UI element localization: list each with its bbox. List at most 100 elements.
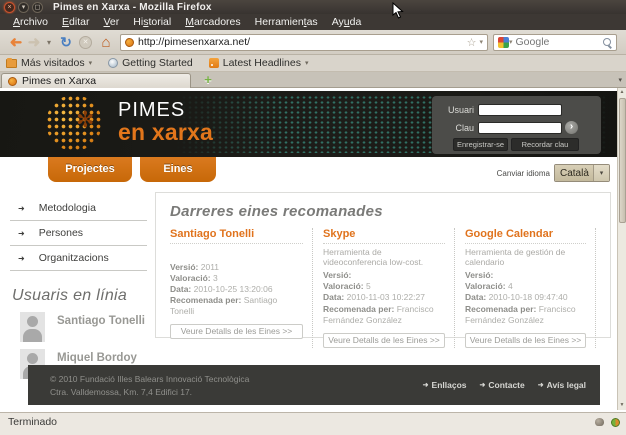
- password-field[interactable]: [478, 122, 562, 134]
- tool-card-description: Herramienta de gestión de calendario: [465, 247, 586, 267]
- footer-line1: © 2010 Fundació Illes Balears Innovació …: [50, 373, 249, 386]
- rss-icon: [209, 58, 219, 68]
- logo-wordmark: PIMES en xarxa: [118, 100, 213, 144]
- footer-link-enllacos[interactable]: ➜ Enllaços: [423, 380, 467, 390]
- page-content: ✻ PIMES en xarxa Usuari Clau › Enregistr…: [0, 88, 626, 410]
- language-label: Canviar idioma: [497, 169, 550, 178]
- bookmark-latest-headlines[interactable]: Latest Headlines ▾: [209, 57, 309, 69]
- menu-ayuda[interactable]: Ayuda: [325, 14, 369, 30]
- login-submit-icon[interactable]: ›: [565, 121, 578, 134]
- google-engine-icon[interactable]: [498, 37, 509, 48]
- menu-ver[interactable]: Ver: [96, 14, 126, 30]
- back-icon[interactable]: ➜: [7, 33, 25, 51]
- chevron-down-icon: ▾: [89, 59, 93, 67]
- site-banner: ✻ PIMES en xarxa Usuari Clau › Enregistr…: [0, 91, 617, 157]
- sidebar-item-organitzacions[interactable]: ➜ Organitzacions: [10, 246, 147, 271]
- remember-password-button[interactable]: Recordar clau: [511, 138, 579, 151]
- home-icon[interactable]: ⌂: [96, 34, 116, 51]
- menu-editar[interactable]: Editar: [55, 14, 96, 30]
- arrow-right-icon: ➜: [18, 254, 25, 263]
- getting-started-icon: [108, 58, 118, 68]
- arrow-right-icon: ➜: [538, 381, 544, 389]
- scrollbar-thumb[interactable]: [619, 98, 626, 223]
- reload-icon[interactable]: ↻: [57, 34, 75, 51]
- minimize-icon: ▾: [22, 4, 26, 11]
- bookmark-label: Latest Headlines: [223, 57, 301, 69]
- window-minimize-button[interactable]: ▾: [18, 2, 29, 13]
- window-title: Pimes en Xarxa - Mozilla Firefox: [53, 2, 212, 13]
- bookmark-label: Getting Started: [122, 57, 193, 69]
- search-input[interactable]: [516, 36, 602, 48]
- window-titlebar: × ▾ ◻ Pimes en Xarxa - Mozilla Firefox: [0, 0, 626, 14]
- tool-card-details: Versió: 2011 Valoració: 3 Data: 2010-10-…: [170, 262, 303, 317]
- language-dropdown-icon[interactable]: ▾: [593, 165, 609, 181]
- register-button[interactable]: Enregistrar-se: [453, 138, 508, 151]
- menu-archivo[interactable]: Archivo: [6, 14, 55, 30]
- chevron-down-icon: ▾: [305, 59, 309, 67]
- extension-status-icon[interactable]: [611, 418, 620, 427]
- main-heading: Darreres eines recomanades: [170, 203, 610, 220]
- forward-icon[interactable]: ➜: [25, 33, 43, 51]
- url-bar[interactable]: ☆ ▾: [120, 34, 488, 51]
- mouse-cursor-icon: [392, 2, 404, 19]
- logo-core-icon: ✻: [76, 109, 94, 131]
- language-select[interactable]: Català ▾: [554, 164, 610, 182]
- bookmark-getting-started[interactable]: Getting Started: [108, 57, 193, 69]
- view-details-button[interactable]: Veure Detalls de les Eines >>: [170, 324, 303, 339]
- history-dropdown-icon[interactable]: ▾: [43, 38, 55, 47]
- arrow-right-icon: ➜: [480, 381, 486, 389]
- sidebar-item-persones[interactable]: ➜ Persones: [10, 221, 147, 246]
- online-users-heading: Usuaris en línia: [12, 287, 147, 305]
- window-close-button[interactable]: ×: [4, 2, 15, 13]
- engine-dropdown-icon[interactable]: ▾: [509, 38, 513, 46]
- tool-card-santiago-tonelli: Santiago Tonelli Versió: 2011 Valoració:…: [170, 228, 312, 348]
- bookmark-star-icon[interactable]: ☆: [467, 36, 477, 49]
- navigation-toolbar: ➜ ➜ ▾ ↻ ✕ ⌂ ☆ ▾ ▾: [0, 30, 626, 55]
- tool-card-title[interactable]: Google Calendar: [465, 228, 586, 244]
- url-dropdown-icon[interactable]: ▾: [479, 38, 483, 46]
- username-field[interactable]: [478, 104, 562, 116]
- bookmark-most-visited[interactable]: Más visitados ▾: [6, 57, 92, 69]
- new-tab-button[interactable]: +: [200, 72, 216, 87]
- language-switcher: Canviar idioma Català ▾: [497, 164, 610, 182]
- user-avatar-icon: [20, 312, 45, 342]
- arrow-right-icon: ➜: [18, 204, 25, 213]
- language-value: Català: [555, 165, 593, 181]
- stop-icon[interactable]: ✕: [79, 36, 92, 49]
- tool-card-description: [170, 247, 303, 259]
- nav-button-eines[interactable]: Eines: [140, 157, 216, 182]
- menu-marcadores[interactable]: Marcadores: [178, 14, 247, 30]
- menubar: Archivo Editar Ver Historial Marcadores …: [0, 14, 626, 30]
- search-magnifier-icon[interactable]: [602, 37, 612, 47]
- search-bar[interactable]: ▾: [493, 34, 617, 51]
- login-panel: Usuari Clau › Enregistrar-se Recordar cl…: [432, 96, 601, 154]
- view-details-button[interactable]: Veure Detalls de les Eines >>: [323, 333, 445, 348]
- scrollbar[interactable]: ▲ ▼: [617, 88, 626, 410]
- status-bar: Terminado: [0, 412, 626, 435]
- scroll-down-icon[interactable]: ▼: [618, 401, 626, 410]
- tab-strip: Pimes en Xarxa + ▾: [0, 72, 626, 88]
- username-label: Usuari: [432, 105, 474, 115]
- footer-link-avis-legal[interactable]: ➜ Avís legal: [538, 380, 586, 390]
- extension-icon[interactable]: [595, 418, 604, 426]
- tool-card-title[interactable]: Santiago Tonelli: [170, 228, 303, 244]
- tool-card-title[interactable]: Skype: [323, 228, 445, 244]
- tab-pimes-en-xarxa[interactable]: Pimes en Xarxa: [1, 73, 191, 88]
- menu-historial[interactable]: Historial: [126, 14, 178, 30]
- scroll-up-icon[interactable]: ▲: [618, 88, 626, 97]
- sidebar: ➜ Metodologia ➜ Persones ➜ Organitzacion…: [10, 196, 147, 379]
- online-user-name[interactable]: Santiago Tonelli: [57, 315, 145, 342]
- menu-herramientas[interactable]: Herramientas: [248, 14, 325, 30]
- password-label: Clau: [432, 123, 474, 133]
- view-details-button[interactable]: Veure Detalls de les Eines >>: [465, 333, 586, 348]
- arrow-right-icon: ➜: [423, 381, 429, 389]
- online-user-row: Santiago Tonelli: [10, 312, 147, 342]
- url-input[interactable]: [138, 36, 467, 48]
- bookmark-label: Más visitados: [21, 57, 85, 69]
- tool-card-details: Versió: Valoració: 4 Data: 2010-10-18 09…: [465, 270, 586, 325]
- tab-list-icon[interactable]: ▾: [618, 76, 622, 84]
- nav-button-projectes[interactable]: Projectes: [48, 157, 132, 182]
- sidebar-item-metodologia[interactable]: ➜ Metodologia: [10, 196, 147, 221]
- footer-link-contacte[interactable]: ➜ Contacte: [480, 380, 525, 390]
- window-maximize-button[interactable]: ◻: [32, 2, 43, 13]
